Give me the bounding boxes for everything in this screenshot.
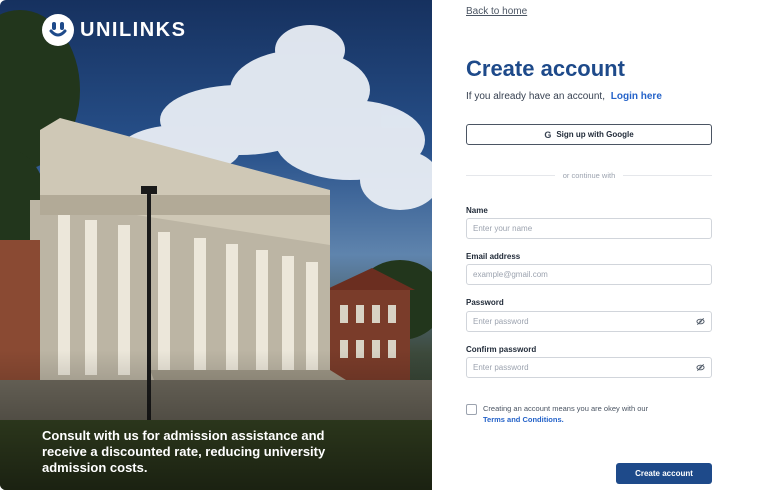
confirm-password-placeholder: Enter password xyxy=(473,363,529,372)
password-placeholder: Enter password xyxy=(473,317,529,326)
hero-image-panel: UNILINKS Consult with us for admission a… xyxy=(0,0,432,490)
login-prompt: If you already have an account, Login he… xyxy=(466,91,662,102)
password-label: Password xyxy=(466,298,504,307)
google-signup-button[interactable]: G Sign up with Google xyxy=(466,124,712,145)
brand-logo[interactable]: UNILINKS xyxy=(42,14,186,46)
email-label: Email address xyxy=(466,252,521,261)
google-signup-label: Sign up with Google xyxy=(556,130,634,139)
eye-slash-icon[interactable] xyxy=(695,363,705,373)
terms-link[interactable]: Terms and Conditions. xyxy=(483,414,648,425)
terms-text-block: Creating an account means you are okey w… xyxy=(483,403,648,425)
confirm-password-field[interactable]: Enter password xyxy=(466,357,712,378)
terms-text: Creating an account means you are okey w… xyxy=(483,404,649,413)
or-divider: or continue with xyxy=(466,171,712,180)
page-title: Create account xyxy=(466,56,625,81)
divider-line xyxy=(623,175,712,176)
signup-panel: Back to home Create account If you alrea… xyxy=(432,0,768,490)
login-prompt-text: If you already have an account, xyxy=(466,91,605,102)
name-placeholder: Enter your name xyxy=(473,224,533,233)
hero-caption: Consult with us for admission assistance… xyxy=(42,428,326,475)
name-label: Name xyxy=(466,206,488,215)
back-to-home-link[interactable]: Back to home xyxy=(466,6,527,17)
login-link[interactable]: Login here xyxy=(611,91,662,102)
terms-agreement: Creating an account means you are okey w… xyxy=(466,403,648,425)
terms-checkbox[interactable] xyxy=(466,404,477,415)
name-field[interactable]: Enter your name xyxy=(466,218,712,239)
eye-slash-icon[interactable] xyxy=(695,317,705,327)
divider-line xyxy=(466,175,555,176)
confirm-password-label: Confirm password xyxy=(466,345,537,354)
brand-name: UNILINKS xyxy=(80,18,187,41)
unilinks-logo-icon xyxy=(42,14,74,46)
divider-text: or continue with xyxy=(562,171,616,180)
email-placeholder: example@gmail.com xyxy=(473,270,548,279)
password-field[interactable]: Enter password xyxy=(466,311,712,332)
google-icon: G xyxy=(544,129,552,140)
create-account-button[interactable]: Create account xyxy=(616,463,712,484)
email-field[interactable]: example@gmail.com xyxy=(466,264,712,285)
